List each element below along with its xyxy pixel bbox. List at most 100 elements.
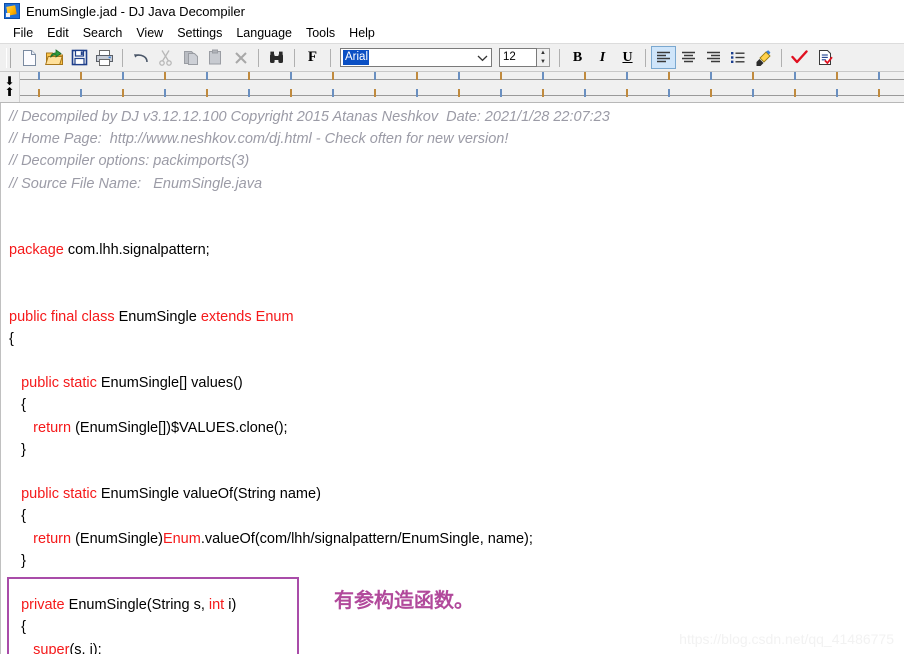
code-line: [9, 284, 610, 306]
toolbar-grip[interactable]: [6, 48, 11, 68]
ruler-tick: [794, 89, 796, 97]
code-editor[interactable]: // Decompiled by DJ v3.12.12.100 Copyrig…: [0, 103, 904, 654]
code-line: [9, 217, 610, 239]
code-line: [9, 350, 610, 372]
check-mark-icon[interactable]: [787, 46, 812, 69]
document-check-icon[interactable]: [812, 46, 837, 69]
ruler-tick: [878, 89, 880, 97]
highlighter-icon[interactable]: [751, 46, 776, 69]
ruler-tick: [248, 72, 250, 80]
open-folder-icon[interactable]: [42, 46, 67, 69]
ruler-tick: [122, 89, 124, 97]
code-keyword: public static: [21, 375, 97, 391]
align-left-icon[interactable]: [651, 46, 676, 69]
code-comment: // Decompiler options: packimports(3): [9, 153, 249, 169]
find-binoculars-icon[interactable]: [264, 46, 289, 69]
ruler-tick: [122, 72, 124, 80]
code-text: [9, 531, 33, 547]
ruler-tick: [668, 72, 670, 80]
toolbar-separator: [258, 49, 259, 67]
ruler-track[interactable]: [20, 72, 904, 102]
menu-search[interactable]: Search: [76, 25, 130, 41]
save-icon[interactable]: [67, 46, 92, 69]
code-keyword: return: [33, 420, 71, 436]
font-icon[interactable]: F: [300, 46, 325, 69]
ruler-tick: [374, 89, 376, 97]
new-file-icon[interactable]: [17, 46, 42, 69]
ruler-tick: [248, 89, 250, 97]
arrow-up-icon[interactable]: ⬆: [4, 87, 14, 98]
code-line: {: [9, 328, 610, 350]
cut-icon[interactable]: [153, 46, 178, 69]
toolbar-separator: [559, 49, 560, 67]
menu-view[interactable]: View: [129, 25, 170, 41]
font-name-combo[interactable]: Arial: [340, 48, 492, 67]
menu-language[interactable]: Language: [229, 25, 299, 41]
ruler-tick: [752, 72, 754, 80]
font-size-stepper[interactable]: ▲ ▼: [537, 48, 550, 67]
code-line: // Decompiler options: packimports(3): [9, 150, 610, 172]
code-text: [9, 420, 33, 436]
ruler-tick: [626, 89, 628, 97]
code-text: (EnumSingle): [71, 531, 163, 547]
underline-label: U: [622, 51, 632, 65]
chevron-down-icon[interactable]: [474, 54, 491, 62]
code-line: {: [9, 505, 610, 527]
ruler-tick: [878, 72, 880, 80]
ruler-bar: ⬇ ⬆: [0, 72, 904, 103]
code-content[interactable]: // Decompiled by DJ v3.12.12.100 Copyrig…: [1, 103, 610, 654]
code-line: [9, 261, 610, 283]
code-line: public final class EnumSingle extends En…: [9, 306, 610, 328]
italic-button[interactable]: I: [590, 46, 615, 69]
delete-icon[interactable]: [228, 46, 253, 69]
underline-button[interactable]: U: [615, 46, 640, 69]
bold-button[interactable]: B: [565, 46, 590, 69]
ruler-tick: [584, 89, 586, 97]
code-text: .valueOf(com/lhh/signalpattern/EnumSingl…: [201, 531, 533, 547]
code-comment: // Decompiled by DJ v3.12.12.100 Copyrig…: [9, 109, 610, 125]
copy-icon[interactable]: [178, 46, 203, 69]
align-center-icon[interactable]: [676, 46, 701, 69]
print-icon[interactable]: [92, 46, 117, 69]
font-size-step-down[interactable]: ▼: [537, 58, 549, 67]
ruler-tick: [542, 72, 544, 80]
menu-file[interactable]: File: [6, 25, 40, 41]
ruler-tick: [500, 89, 502, 97]
font-size-step-up[interactable]: ▲: [537, 49, 549, 58]
ruler-tick: [80, 72, 82, 80]
code-text: }: [9, 442, 26, 458]
menu-settings[interactable]: Settings: [170, 25, 229, 41]
align-right-icon[interactable]: [701, 46, 726, 69]
ruler-tick: [332, 89, 334, 97]
undo-icon[interactable]: [128, 46, 153, 69]
ruler-tick: [668, 89, 670, 97]
code-keyword: public static: [21, 486, 97, 502]
code-text: [9, 597, 21, 613]
font-size-input[interactable]: 12: [499, 48, 537, 67]
watermark-text: https://blog.csdn.net/qq_41486775: [679, 631, 894, 647]
menu-help[interactable]: Help: [342, 25, 382, 41]
ruler-line-top: [20, 79, 904, 80]
code-text: [9, 375, 21, 391]
code-line: // Decompiled by DJ v3.12.12.100 Copyrig…: [9, 106, 610, 128]
window-title: EnumSingle.jad - DJ Java Decompiler: [26, 4, 245, 19]
bullet-list-icon[interactable]: [726, 46, 751, 69]
ruler-tick: [38, 72, 40, 80]
ruler-tick: [206, 89, 208, 97]
paste-icon[interactable]: [203, 46, 228, 69]
code-text: com.lhh.signalpattern;: [64, 242, 210, 258]
ruler-tick: [290, 72, 292, 80]
code-line: private EnumSingle(String s, int i): [9, 594, 610, 616]
ruler-tick: [332, 72, 334, 80]
code-line: [9, 572, 610, 594]
ruler-tick: [374, 72, 376, 80]
toolbar-separator: [781, 49, 782, 67]
menu-edit[interactable]: Edit: [40, 25, 76, 41]
code-line: public static EnumSingle valueOf(String …: [9, 483, 610, 505]
code-line: {: [9, 616, 610, 638]
code-keyword: return: [33, 531, 71, 547]
menu-tools[interactable]: Tools: [299, 25, 342, 41]
menu-bar: FileEditSearchViewSettingsLanguageToolsH…: [0, 22, 904, 43]
toolbar-separator: [330, 49, 331, 67]
code-keyword: Enum: [163, 531, 201, 547]
